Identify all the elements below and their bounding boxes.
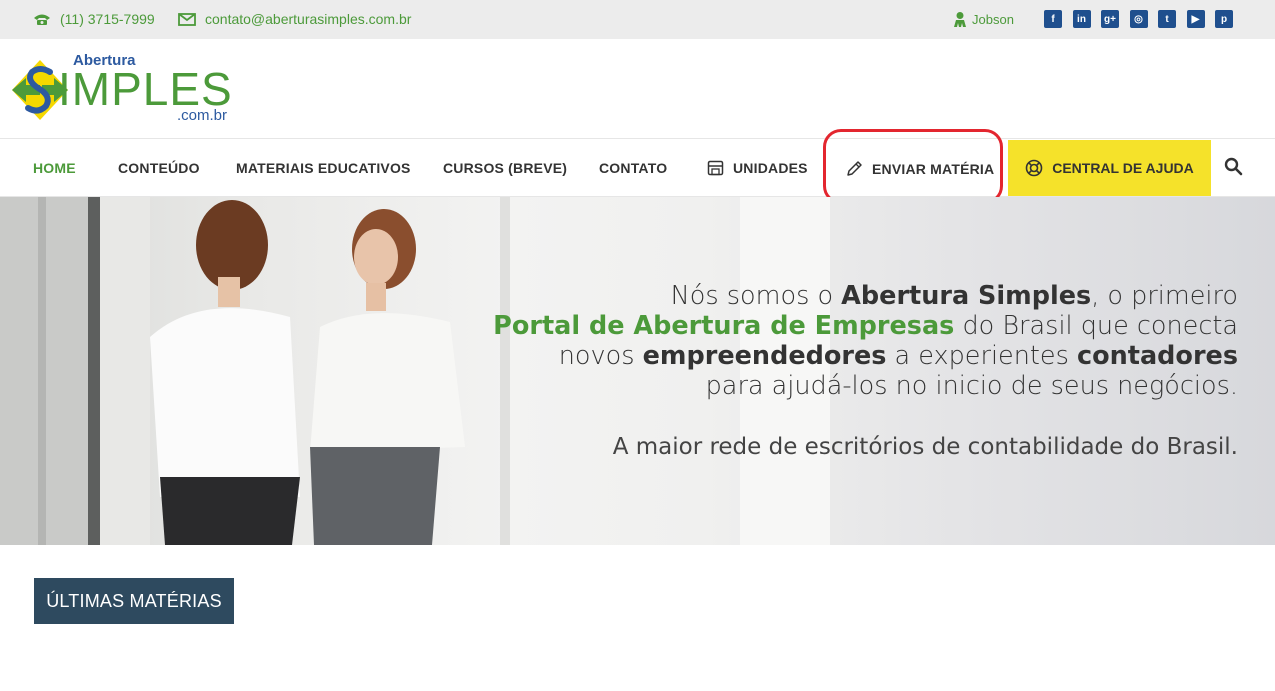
nav-materiais-label: MATERIAIS EDUCATIVOS (236, 160, 411, 176)
nav-conteudo-label: CONTEÚDO (118, 160, 200, 176)
hero-banner: Nós somos o Abertura Simples, o primeiro… (0, 197, 1275, 545)
user-icon (954, 12, 966, 27)
nav-cursos[interactable]: CURSOS (BREVE) (443, 160, 567, 176)
store-icon (707, 160, 724, 176)
latest-articles-heading: ÚLTIMAS MATÉRIAS (34, 578, 234, 624)
email-contact[interactable]: contato@aberturasimples.com.br (178, 11, 411, 27)
nav-conteudo[interactable]: CONTEÚDO (118, 160, 200, 176)
search-button[interactable] (1224, 157, 1243, 181)
hero-empreendedores: empreendedores (642, 341, 887, 371)
hero-subheadline: A maior rede de escritórios de contabili… (612, 434, 1238, 460)
nav-materiais-educativos[interactable]: MATERIAIS EDUCATIVOS (236, 160, 411, 176)
user-account[interactable]: Jobson (953, 11, 1014, 27)
search-icon (1224, 157, 1243, 176)
top-bar: (11) 3715-7999 contato@aberturasimples.c… (0, 0, 1275, 39)
hero-contadores: contadores (1076, 341, 1238, 371)
hero-line3-c: a experientes (886, 341, 1077, 371)
twitter-icon[interactable]: t (1158, 10, 1176, 28)
nav-contato[interactable]: CONTATO (599, 160, 667, 176)
social-links: f in g+ ◎ t ▶ p (1044, 10, 1244, 28)
phone-number: (11) 3715-7999 (60, 11, 155, 27)
main-navigation: HOME CONTEÚDO MATERIAIS EDUCATIVOS CURSO… (0, 138, 1275, 197)
facebook-icon[interactable]: f (1044, 10, 1062, 28)
linkedin-icon[interactable]: in (1072, 10, 1091, 28)
nav-unidades[interactable]: UNIDADES (707, 160, 808, 176)
user-name: Jobson (972, 11, 1014, 27)
nav-home[interactable]: HOME (33, 160, 76, 176)
nav-unidades-label: UNIDADES (733, 160, 808, 176)
site-logo[interactable]: Abertura IMPLES .com.br (10, 52, 240, 128)
help-center-button[interactable]: CENTRAL DE AJUDA (1008, 140, 1211, 196)
nav-contato-label: CONTATO (599, 160, 668, 176)
highlight-annotation (823, 129, 1003, 204)
hero-brand: Abertura Simples (841, 281, 1092, 311)
hero-line1-a: Nós somos o (670, 281, 842, 311)
hero-line3-a: novos (558, 341, 643, 371)
phone-icon (34, 14, 50, 25)
hero-portal: Portal de Abertura de Empresas (493, 311, 955, 341)
hero-line4: para ajudá-los no inicio de seus negócio… (705, 371, 1238, 401)
lifebuoy-icon (1025, 159, 1043, 177)
instagram-icon[interactable]: ◎ (1129, 10, 1148, 28)
google-plus-icon[interactable]: g+ (1101, 10, 1119, 28)
email-address: contato@aberturasimples.com.br (205, 11, 412, 27)
hero-line1-c: , o primeiro (1091, 281, 1238, 311)
hero-line2-b: do Brasil que conecta (954, 311, 1238, 341)
youtube-icon[interactable]: ▶ (1186, 10, 1205, 28)
email-icon (178, 12, 196, 26)
hero-headline: Nós somos o Abertura Simples, o primeiro… (493, 281, 1238, 401)
nav-cursos-label: CURSOS (BREVE) (443, 160, 568, 176)
nav-home-label: HOME (33, 160, 76, 176)
help-center-label: CENTRAL DE AJUDA (1052, 160, 1194, 176)
logo-domain-text: .com.br (177, 107, 228, 124)
phone-contact[interactable]: (11) 3715-7999 (33, 11, 155, 27)
pinterest-icon[interactable]: p (1215, 10, 1233, 28)
